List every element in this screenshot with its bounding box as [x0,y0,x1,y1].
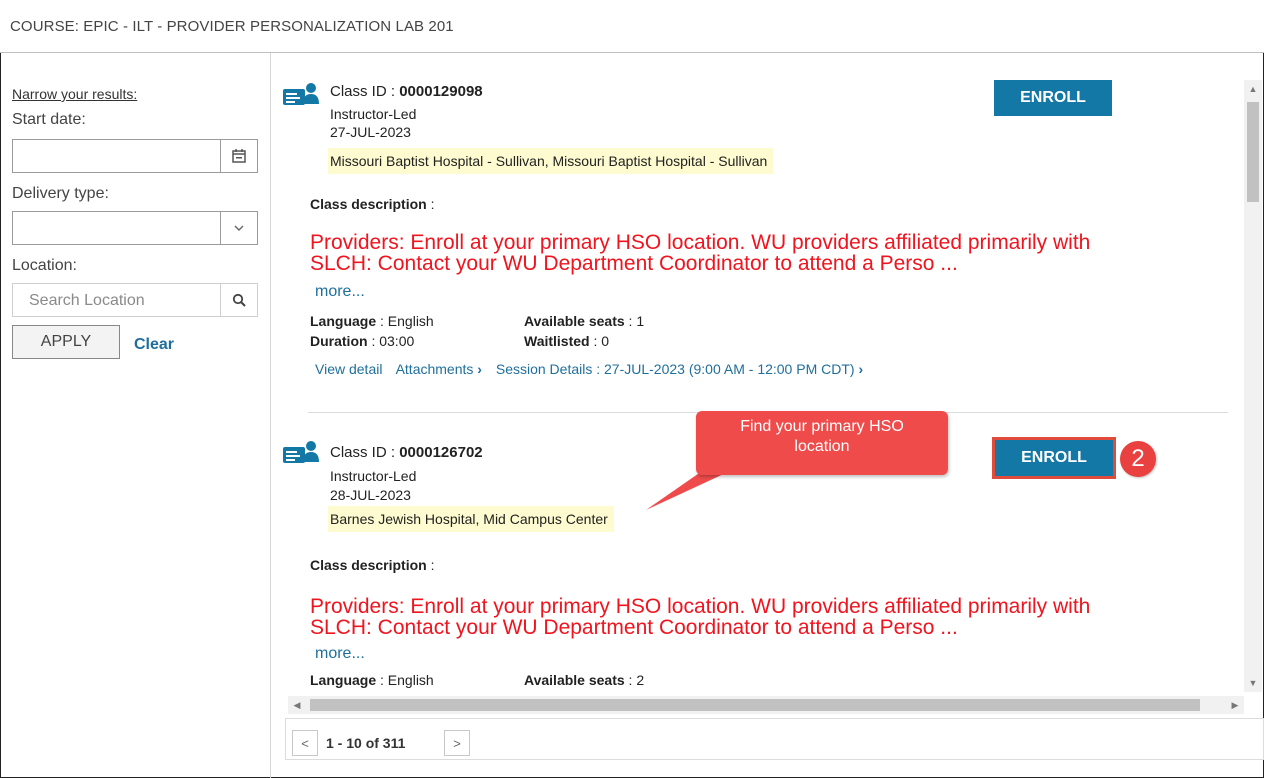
enroll-button[interactable]: ENROLL [992,437,1116,479]
duration-info: Duration : 03:00 [310,333,415,349]
class-description: Providers: Enroll at your primary HSO lo… [310,596,1190,638]
callout-text: Find your primary HSO location [740,418,904,455]
class-description: Providers: Enroll at your primary HSO lo… [310,232,1190,274]
clear-link[interactable]: Clear [134,336,174,354]
location-label: Location: [12,257,77,274]
class-card: Class ID : 0000126702 Instructor-Led 28-… [272,437,1232,693]
scroll-up-icon[interactable]: ▲ [1244,80,1262,98]
annotation-callout: Find your primary HSO location [696,411,948,475]
step-number-badge: 2 [1120,441,1156,477]
course-title: COURSE: EPIC - ILT - PROVIDER PERSONALIZ… [10,18,454,35]
available-seats-info: Available seats : 2 [524,672,645,688]
vertical-scrollbar[interactable]: ▲ ▼ [1244,80,1262,692]
location-search-placeholder: Search Location [29,292,145,309]
description-line-1: Providers: Enroll at your primary HSO lo… [310,231,1091,254]
view-detail-link[interactable]: View detail [315,361,382,377]
pagination-bar: < 1 - 10 of 311 > [285,718,1264,760]
chevron-right-icon: > [453,735,461,751]
class-location: Missouri Baptist Hospital - Sullivan, Mi… [328,148,774,174]
scroll-left-icon[interactable]: ◀ [288,696,306,714]
class-description-label: Class description : [310,557,435,573]
previous-page-button[interactable]: < [292,730,318,756]
attachments-link[interactable]: Attachments › [396,361,482,377]
narrow-results-label: Narrow your results: [12,86,138,102]
class-description-label: Class description : [310,196,435,212]
delivery-type-label: Delivery type: [12,185,109,202]
scroll-right-icon[interactable]: ▶ [1226,696,1244,714]
start-date-input[interactable] [12,139,258,173]
location-search-input[interactable]: Search Location [12,283,258,317]
class-card: Class ID : 0000129098 Instructor-Led 27-… [272,80,1232,410]
course-header: COURSE: EPIC - ILT - PROVIDER PERSONALIZ… [0,0,1264,53]
enroll-button[interactable]: ENROLL [994,80,1112,116]
next-page-button[interactable]: > [444,730,470,756]
description-line-2: SLCH: Contact your WU Department Coordin… [310,252,958,275]
chevron-right-icon: › [477,361,482,377]
chevron-down-icon[interactable] [220,212,257,244]
class-location: Barnes Jewish Hospital, Mid Campus Cente… [328,506,614,532]
more-link[interactable]: more... [315,645,365,663]
vertical-scroll-thumb[interactable] [1247,102,1259,202]
class-id: Class ID : 0000126702 [330,444,483,461]
chevron-right-icon: › [858,361,864,377]
scroll-down-icon[interactable]: ▼ [1244,674,1262,692]
language-info: Language : English [310,313,434,329]
class-id: Class ID : 0000129098 [330,83,483,100]
class-date: 27-JUL-2023 [330,124,411,140]
class-links: View detail Attachments › Session Detail… [315,361,873,377]
chevron-left-icon: < [301,735,309,751]
filter-sidebar: Narrow your results: Start date: Deliver… [0,53,271,778]
search-icon[interactable] [220,284,257,316]
start-date-label: Start date: [12,111,86,128]
page-range: 1 - 10 of 311 [326,735,406,751]
waitlisted-info: Waitlisted : 0 [524,333,610,349]
delivery-type-select[interactable] [12,211,258,245]
description-line-2: SLCH: Contact your WU Department Coordin… [310,616,958,639]
description-line-1: Providers: Enroll at your primary HSO lo… [310,595,1091,618]
horizontal-scroll-thumb[interactable] [310,699,1200,711]
delivery-type: Instructor-Led [330,468,417,484]
class-person-icon [282,440,320,471]
more-link[interactable]: more... [315,283,365,301]
delivery-type: Instructor-Led [330,106,417,122]
class-person-icon [282,82,320,113]
session-details-link[interactable]: Session Details : 27-JUL-2023 (9:00 AM -… [496,361,863,377]
class-date: 28-JUL-2023 [330,487,411,503]
apply-button[interactable]: APPLY [12,325,120,359]
available-seats-info: Available seats : 1 [524,313,645,329]
language-info: Language : English [310,672,434,688]
calendar-icon[interactable] [220,140,257,172]
horizontal-scrollbar[interactable]: ◀ ▶ [288,696,1244,714]
